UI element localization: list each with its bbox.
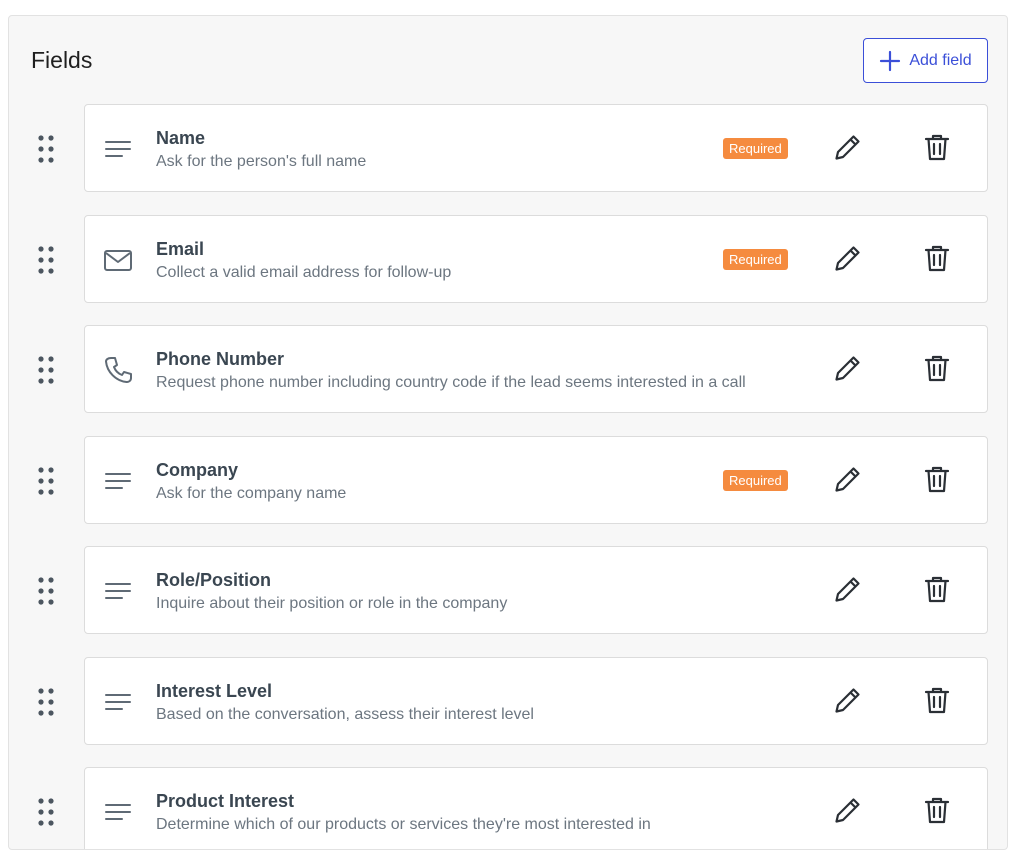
- trash-icon: [921, 573, 953, 610]
- edit-button[interactable]: [830, 352, 866, 388]
- text-lines-icon: [102, 575, 134, 607]
- trash-icon: [921, 242, 953, 279]
- field-name: Role/Position: [156, 570, 272, 590]
- fields-panel: Fields Add field Name Ask for the person'…: [8, 15, 1008, 850]
- field-row: Company Ask for the company name Required: [9, 436, 1007, 526]
- field-name: Name: [156, 128, 206, 148]
- pencil-icon: [832, 352, 864, 389]
- text-lines-icon: [102, 686, 134, 718]
- trash-icon: [921, 463, 953, 500]
- pencil-icon: [832, 573, 864, 610]
- field-card[interactable]: Product Interest Determine which of our p…: [84, 767, 988, 849]
- field-description: Inquire about their position or role in …: [156, 595, 508, 612]
- edit-button[interactable]: [830, 463, 866, 499]
- required-badge: Required: [723, 249, 788, 270]
- phone-icon: [102, 354, 134, 386]
- plus-icon: [879, 50, 901, 72]
- edit-button[interactable]: [830, 794, 866, 830]
- drag-handle-icon[interactable]: [37, 576, 55, 606]
- field-card[interactable]: Name Ask for the person's full name Requir…: [84, 104, 988, 192]
- pencil-icon: [832, 131, 864, 168]
- trash-icon: [921, 684, 953, 721]
- field-row: Name Ask for the person's full name Requir…: [9, 104, 1007, 194]
- edit-button[interactable]: [830, 242, 866, 278]
- field-card[interactable]: Phone Number Request phone number includi…: [84, 325, 988, 413]
- required-badge: Required: [723, 470, 788, 491]
- field-description: Determine which of our products or servi…: [156, 816, 651, 833]
- trash-icon: [921, 794, 953, 831]
- drag-handle-icon[interactable]: [37, 134, 55, 164]
- field-card[interactable]: Interest Level Based on the conversation,…: [84, 657, 988, 745]
- field-name: Company: [156, 460, 239, 480]
- drag-handle-icon[interactable]: [37, 797, 55, 827]
- field-card[interactable]: Email Collect a valid email address for f…: [84, 215, 988, 303]
- delete-button[interactable]: [919, 463, 955, 499]
- text-lines-icon: [102, 796, 134, 828]
- drag-handle-icon[interactable]: [37, 355, 55, 385]
- panel-title: Fields: [31, 47, 93, 73]
- add-field-button[interactable]: Add field: [863, 38, 988, 83]
- delete-button[interactable]: [919, 573, 955, 609]
- pencil-icon: [832, 684, 864, 721]
- pencil-icon: [832, 794, 864, 831]
- trash-icon: [921, 131, 953, 168]
- field-row: Email Collect a valid email address for f…: [9, 215, 1007, 305]
- edit-button[interactable]: [830, 573, 866, 609]
- field-row: Role/Position Inquire about their positio…: [9, 546, 1007, 636]
- delete-button[interactable]: [919, 352, 955, 388]
- field-description: Collect a valid email address for follow…: [156, 264, 452, 281]
- field-description: Request phone number including country c…: [156, 374, 746, 391]
- field-row: Interest Level Based on the conversation,…: [9, 657, 1007, 747]
- field-description: Ask for the person's full name: [156, 153, 367, 170]
- add-field-label: Add field: [909, 51, 972, 69]
- edit-button[interactable]: [830, 684, 866, 720]
- pencil-icon: [832, 463, 864, 500]
- field-name: Phone Number: [156, 349, 285, 369]
- field-row: Product Interest Determine which of our p…: [9, 767, 1007, 849]
- delete-button[interactable]: [919, 131, 955, 167]
- edit-button[interactable]: [830, 131, 866, 167]
- field-row: Phone Number Request phone number includi…: [9, 325, 1007, 415]
- required-badge: Required: [723, 138, 788, 159]
- envelope-icon: [102, 244, 134, 276]
- text-lines-icon: [102, 133, 134, 165]
- field-description: Ask for the company name: [156, 485, 347, 502]
- field-name: Interest Level: [156, 681, 273, 701]
- delete-button[interactable]: [919, 684, 955, 720]
- drag-handle-icon[interactable]: [37, 245, 55, 275]
- field-name: Product Interest: [156, 791, 295, 811]
- field-name: Email: [156, 239, 205, 259]
- text-lines-icon: [102, 465, 134, 497]
- drag-handle-icon[interactable]: [37, 466, 55, 496]
- delete-button[interactable]: [919, 242, 955, 278]
- field-description: Based on the conversation, assess their …: [156, 706, 534, 723]
- drag-handle-icon[interactable]: [37, 687, 55, 717]
- pencil-icon: [832, 242, 864, 279]
- delete-button[interactable]: [919, 794, 955, 830]
- field-card[interactable]: Company Ask for the company name Required: [84, 436, 988, 524]
- trash-icon: [921, 352, 953, 389]
- field-card[interactable]: Role/Position Inquire about their positio…: [84, 546, 988, 634]
